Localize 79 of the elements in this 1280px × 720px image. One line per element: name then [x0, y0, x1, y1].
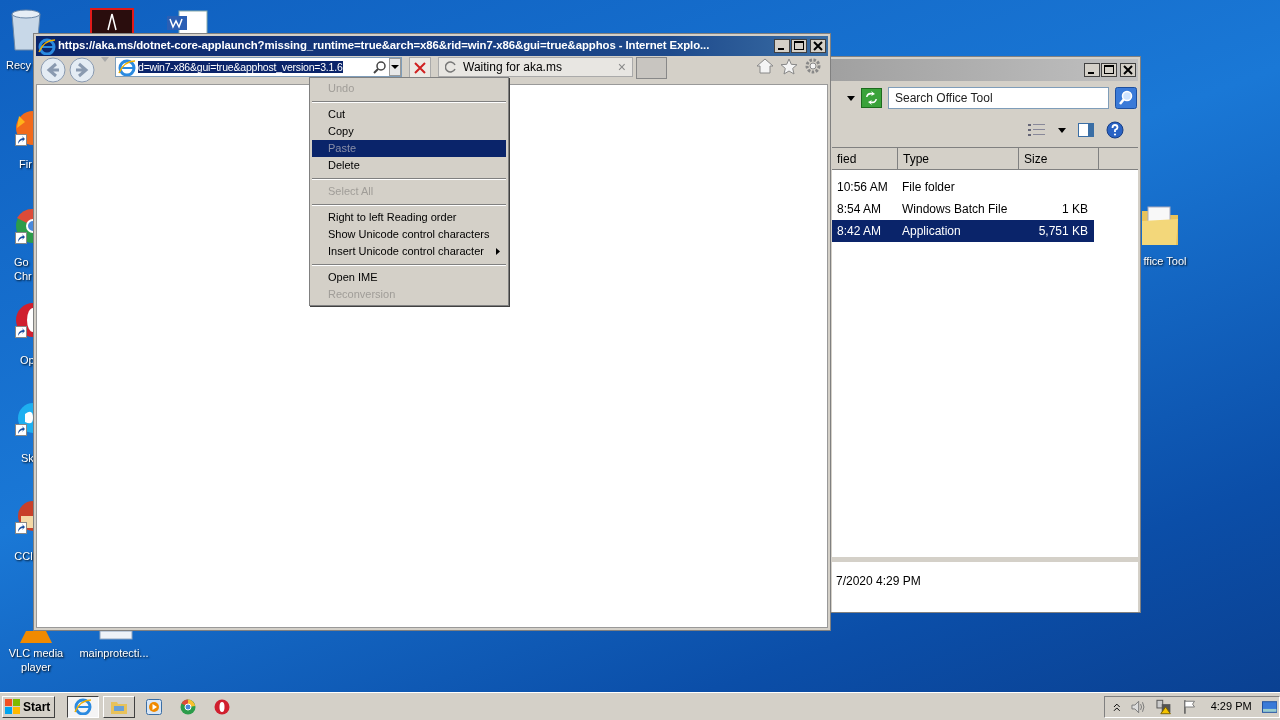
column-header[interactable]: Size: [1019, 148, 1099, 170]
menu-item[interactable]: Insert Unicode control character: [312, 243, 506, 260]
flag-icon[interactable]: [1183, 698, 1197, 715]
desktop-icon-label[interactable]: VLC media player: [4, 646, 68, 674]
type-cell-text: File folder: [902, 179, 956, 196]
size-cell-text: 1 KB: [1061, 201, 1089, 218]
menu-item[interactable]: Copy: [312, 123, 506, 140]
network-warning-icon[interactable]: [1156, 698, 1174, 715]
shortcut-arrow-icon: [15, 232, 27, 244]
desktop-icon-label[interactable]: Go Chr: [14, 255, 32, 283]
modified-cell-text: 10:56 AM: [836, 179, 889, 196]
menu-item[interactable]: Show Unicode control characters: [312, 226, 506, 243]
browser-logo-icon: [118, 58, 136, 76]
stop-icon[interactable]: [409, 57, 431, 79]
menu-item[interactable]: Open IME: [312, 269, 506, 286]
search-field[interactable]: Search Office Tool: [888, 87, 1109, 109]
caret-icon[interactable]: [1058, 127, 1066, 133]
menu-item[interactable]: Right to left Reading order: [312, 209, 506, 226]
desktop-icon-label[interactable]: mainprotecti...: [74, 646, 154, 660]
close-icon[interactable]: [810, 39, 826, 53]
caret-icon[interactable]: [847, 95, 855, 101]
desktop-icon-label[interactable]: Fir: [19, 157, 33, 171]
show-desktop-icon[interactable]: [1261, 700, 1277, 713]
maximize-icon[interactable]: [791, 39, 807, 53]
loading-spinner-icon: [445, 61, 457, 73]
windows-logo-icon: [5, 699, 21, 714]
start-button[interactable]: Start: [2, 695, 55, 718]
pdf-document-icon: [90, 8, 134, 33]
column-header[interactable]: Type: [898, 148, 1019, 170]
minimize-icon[interactable]: [774, 39, 790, 53]
star-icon[interactable]: [780, 57, 798, 75]
modified-cell-text: 8:54 AM: [836, 201, 883, 218]
browser-logo-icon: [38, 37, 56, 55]
clock[interactable]: 4:29 PM: [1210, 698, 1252, 715]
submenu-arrow-icon: [496, 248, 500, 255]
shortcut-arrow-icon: [15, 522, 27, 534]
caret-icon[interactable]: [389, 58, 401, 76]
taskbar-button[interactable]: [67, 695, 99, 718]
speaker-icon[interactable]: [1130, 699, 1146, 714]
home-icon[interactable]: [756, 58, 774, 74]
trash-bin-icon: [8, 8, 44, 52]
menu-item[interactable]: Delete: [312, 157, 506, 174]
play-icon: [146, 698, 162, 715]
file-row[interactable]: 8:54 AM Windows Batch File 1 KB: [832, 198, 1094, 220]
shortcut-arrow-icon: [15, 326, 27, 338]
desktop-icon-label[interactable]: ffice Tool: [1137, 254, 1193, 268]
details-text: 7/2020 4:29 PM: [836, 574, 921, 588]
traffic-cone-icon: [18, 631, 54, 643]
type-cell-text: Application: [902, 223, 962, 240]
address-field[interactable]: d=win7-x86&gui=true&apphost_version=3.1.6: [115, 57, 402, 77]
desktop-icon-label[interactable]: Sk: [21, 451, 33, 465]
shortcut-arrow-icon: [15, 134, 27, 146]
close-icon[interactable]: [1120, 63, 1136, 77]
view-list-icon[interactable]: [1028, 123, 1046, 137]
desktop-icon-label[interactable]: Recy: [6, 58, 32, 72]
column-header[interactable]: fied: [832, 148, 898, 170]
chevron-up-icon[interactable]: [1113, 701, 1121, 712]
size-cell-text: 5,751 KB: [1037, 223, 1089, 240]
file-row[interactable]: 8:42 AM Application 5,751 KB: [832, 220, 1094, 242]
minimize-icon[interactable]: [1084, 63, 1100, 77]
search-icon[interactable]: [373, 60, 387, 74]
maximize-icon[interactable]: [1101, 63, 1117, 77]
browser-tab[interactable]: Waiting for aka.ms ×: [438, 57, 633, 77]
browser-logo-icon: [74, 698, 92, 715]
folder-icon: [1140, 203, 1180, 247]
preview-pane-icon[interactable]: [1078, 123, 1094, 137]
chrome-icon: [180, 698, 196, 715]
type-cell-text: Windows Batch File: [902, 201, 1009, 218]
menu-item[interactable]: Cut: [312, 106, 506, 123]
file-row[interactable]: 10:56 AM File folder: [832, 176, 1094, 198]
search-icon[interactable]: [1115, 87, 1137, 109]
help-icon[interactable]: [1106, 121, 1124, 139]
refresh-icon[interactable]: [861, 88, 882, 108]
modified-cell-text: 8:42 AM: [836, 223, 883, 240]
address-text: d=win7-x86&gui=true&apphost_version=3.1.6: [138, 61, 343, 73]
opera-icon: [214, 698, 230, 715]
desktop-icon-label[interactable]: CCl: [14, 549, 33, 563]
shortcut-arrow-icon: [15, 424, 27, 436]
window-title: https://aka.ms/dotnet-core-applaunch?missing_runtime=true&arch=x86&rid=win7-x86&gui=true&apphos - Internet Explo...: [58, 38, 711, 54]
